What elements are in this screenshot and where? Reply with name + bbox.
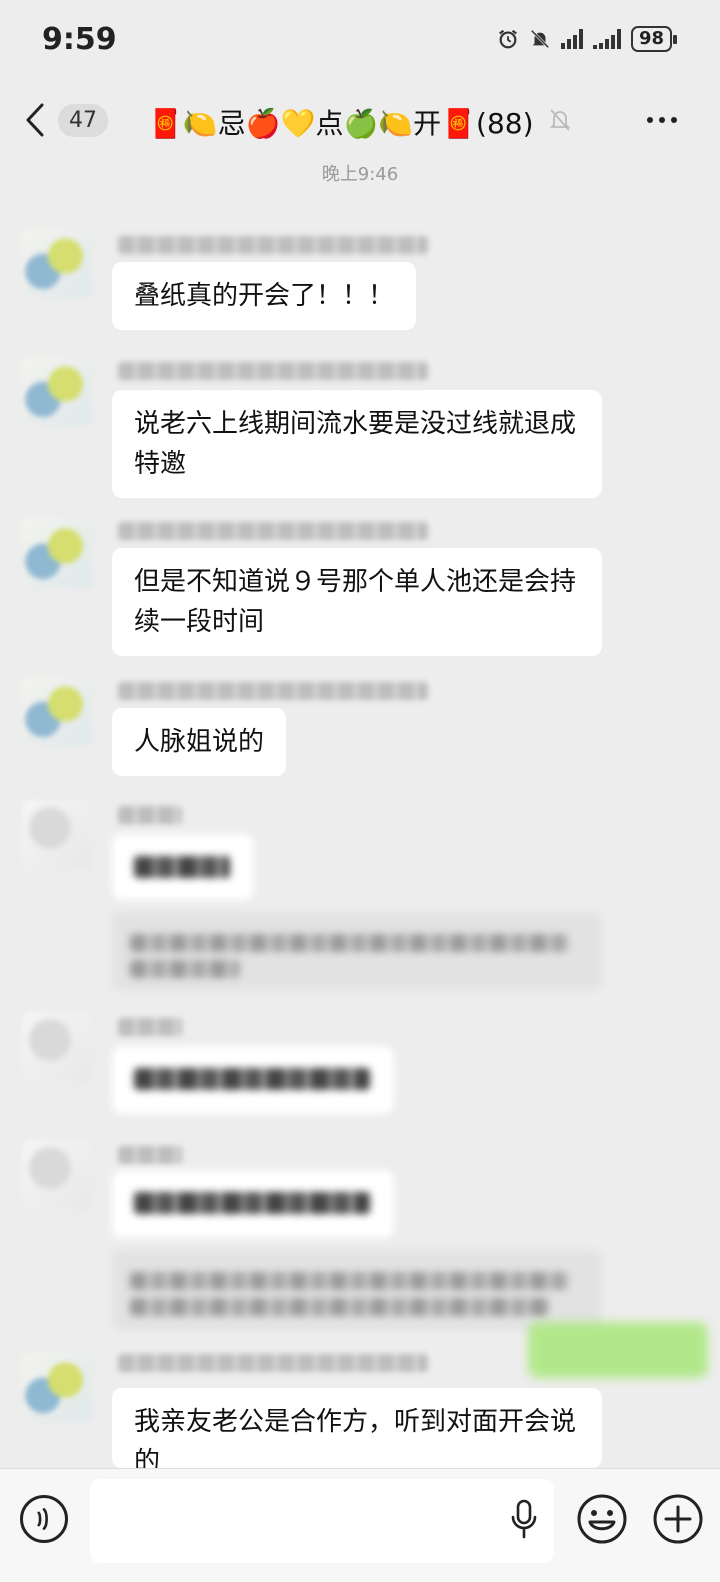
message-bubble[interactable]: 人脉姐说的 <box>112 708 287 776</box>
chat-header: 47 🧧🍋忌🍎💛点🍏🍋开🧧(88) <box>0 80 720 160</box>
voice-icon[interactable] <box>20 1495 68 1543</box>
alarm-icon <box>499 29 517 49</box>
sender-name-redacted <box>118 362 428 380</box>
unread-count-badge: 47 <box>58 103 108 137</box>
sender-name-redacted <box>118 522 428 540</box>
avatar[interactable] <box>22 1352 92 1422</box>
signal-icon <box>560 29 583 49</box>
more-dots-icon <box>647 117 653 123</box>
message-bubble-redacted[interactable] <box>112 1170 394 1238</box>
sender-name-redacted <box>118 682 428 700</box>
mic-icon[interactable] <box>510 1499 538 1541</box>
quoted-reply-redacted[interactable] <box>112 912 602 990</box>
sender-name-redacted <box>118 1018 182 1036</box>
quoted-reply-redacted[interactable] <box>112 1250 602 1330</box>
outgoing-message-redacted[interactable] <box>528 1322 708 1378</box>
message-bubble-redacted[interactable] <box>112 1046 394 1114</box>
status-bar: 9:59 98 <box>0 0 720 80</box>
message-bubble-redacted[interactable] <box>112 834 254 900</box>
sender-name-redacted <box>118 236 428 254</box>
avatar[interactable] <box>22 356 92 426</box>
avatar[interactable] <box>22 1140 92 1210</box>
sender-name-redacted <box>118 1354 428 1372</box>
silent-bell-icon <box>530 29 550 49</box>
avatar[interactable] <box>22 676 92 746</box>
message-bubble[interactable]: 但是不知道说９号那个单人池还是会持续一段时间 <box>112 548 602 656</box>
avatar[interactable] <box>22 228 92 298</box>
emoji-icon[interactable] <box>576 1493 628 1545</box>
message-input[interactable] <box>90 1479 554 1563</box>
message-bubble[interactable]: 我亲友老公是合作方，听到对面开会说的 <box>112 1388 602 1468</box>
back-chevron-icon <box>26 103 44 137</box>
battery-icon: 98 <box>630 26 678 52</box>
input-bar <box>0 1468 720 1582</box>
message-bubble[interactable]: 叠纸真的开会了！！！ <box>112 262 417 330</box>
status-time: 9:59 <box>42 22 117 57</box>
sender-name-redacted <box>118 1146 182 1164</box>
back-button[interactable]: 47 <box>24 98 114 142</box>
avatar[interactable] <box>22 518 92 588</box>
mute-bell-icon <box>549 109 571 131</box>
plus-icon[interactable] <box>652 1493 704 1545</box>
status-icons: 98 <box>497 26 678 52</box>
more-options-button[interactable] <box>640 102 684 138</box>
avatar[interactable] <box>22 1012 92 1082</box>
sender-name-redacted <box>118 806 182 824</box>
chat-title: 🧧🍋忌🍎💛点🍏🍋开🧧(88) <box>148 107 534 140</box>
signal-icon-2 <box>592 29 621 49</box>
message-bubble[interactable]: 说老六上线期间流水要是没过线就退成特邀 <box>112 390 602 498</box>
avatar[interactable] <box>22 800 92 870</box>
chat-timestamp: 晚上9:46 <box>321 164 399 185</box>
